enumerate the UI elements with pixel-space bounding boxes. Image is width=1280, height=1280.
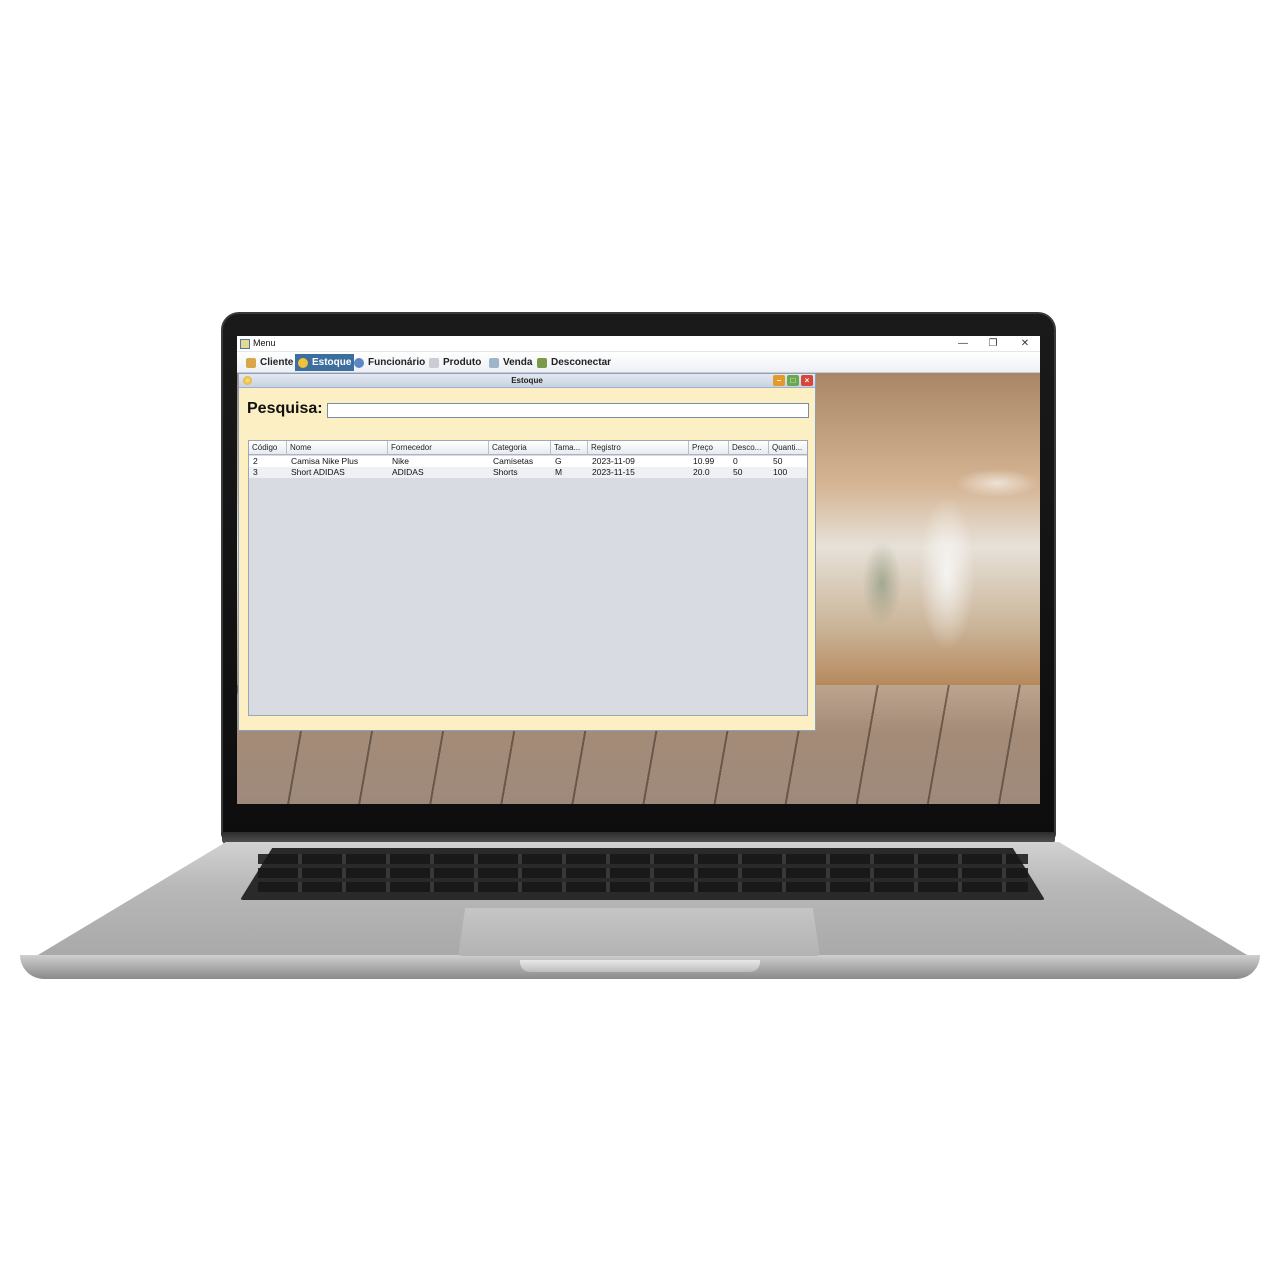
stock-table: Código Nome Fornecedor Categoria Tama...… [248, 440, 808, 716]
table-cell: Camisa Nike Plus [291, 456, 359, 466]
restore-button[interactable]: ❐ [979, 336, 1007, 352]
employee-icon [354, 357, 364, 368]
table-cell: Shorts [493, 467, 518, 477]
estoque-frame-titlebar[interactable]: Estoque – □ × [239, 374, 815, 388]
menu-item-label: Produto [443, 357, 482, 368]
laptop-screen: Menu — ❐ ✕ Cliente Estoque Funcionário P… [237, 336, 1040, 804]
table-cell: G [555, 456, 562, 466]
search-label: Pesquisa: [247, 400, 323, 417]
table-cell: 50 [773, 456, 783, 466]
estoque-internal-frame: Estoque – □ × Pesquisa: Código Nome Forn… [238, 373, 816, 731]
stock-icon [298, 357, 308, 368]
table-cell: 2023-11-15 [592, 467, 635, 477]
table-cell: ADIDAS [392, 467, 424, 477]
laptop-notch [520, 960, 760, 972]
table-cell: 2023-11-09 [592, 456, 635, 466]
keyboard-row [258, 854, 1028, 864]
menu-item-label: Funcionário [368, 357, 426, 368]
menu-item-desconectar[interactable]: Desconectar [534, 354, 614, 371]
table-cell: Short ADIDAS [291, 467, 345, 477]
menu-item-venda[interactable]: Venda [486, 354, 535, 371]
column-header-nome[interactable]: Nome [287, 441, 388, 455]
table-cell: 100 [773, 467, 788, 477]
column-header-tamanho[interactable]: Tama... [551, 441, 588, 455]
estoque-frame-title: Estoque [511, 376, 543, 385]
table-cell: 10.99 [693, 456, 715, 466]
sale-icon [489, 357, 499, 368]
table-cell: 20.0 [693, 467, 710, 477]
window-titlebar: Menu — ❐ ✕ [237, 336, 1040, 352]
column-header-fornecedor[interactable]: Fornecedor [388, 441, 489, 455]
table-cell: 50 [733, 467, 743, 477]
frame-minimize-button[interactable]: – [773, 375, 785, 386]
column-header-quantidade[interactable]: Quanti... [769, 441, 807, 455]
menu-item-label: Estoque [312, 357, 352, 368]
table-row[interactable]: 3 Short ADIDAS ADIDAS Shorts M 2023-11-1… [249, 467, 807, 478]
table-cell: Camisetas [493, 456, 534, 466]
menu-item-estoque[interactable]: Estoque [295, 354, 355, 371]
menu-item-label: Desconectar [551, 357, 612, 368]
java-app-icon [240, 339, 250, 349]
table-cell: 2 [253, 456, 258, 466]
menu-item-label: Cliente [260, 357, 294, 368]
column-header-desconto[interactable]: Desco... [729, 441, 769, 455]
search-input[interactable] [327, 403, 809, 418]
frame-maximize-button[interactable]: □ [787, 375, 799, 386]
keyboard-row [258, 882, 1028, 892]
column-header-categoria[interactable]: Categoria [489, 441, 551, 455]
menu-item-produto[interactable]: Produto [426, 354, 484, 371]
menu-item-cliente[interactable]: Cliente [243, 354, 296, 371]
column-header-codigo[interactable]: Código [249, 441, 287, 455]
table-cell: M [555, 467, 563, 477]
column-header-registro[interactable]: Registro [588, 441, 689, 455]
minimize-button[interactable]: — [949, 336, 977, 352]
close-button[interactable]: ✕ [1011, 336, 1039, 352]
menu-item-label: Venda [503, 357, 533, 368]
frame-close-button[interactable]: × [801, 375, 813, 386]
menubar: Cliente Estoque Funcionário Produto Vend… [237, 352, 1040, 373]
table-cell: Nike [392, 456, 410, 466]
keyboard-row [258, 868, 1028, 878]
product-icon [429, 357, 439, 368]
menu-item-funcionario[interactable]: Funcionário [351, 354, 428, 371]
window-title: Menu [253, 338, 276, 348]
table-row[interactable]: 2 Camisa Nike Plus Nike Camisetas G 2023… [249, 456, 807, 467]
table-cell: 0 [733, 456, 738, 466]
table-cell: 3 [253, 467, 258, 477]
disconnect-icon [537, 357, 547, 368]
trackpad [458, 908, 820, 956]
column-header-preco[interactable]: Preço [689, 441, 729, 455]
laptop-scene: Menu — ❐ ✕ Cliente Estoque Funcionário P… [0, 0, 1280, 1280]
client-icon [246, 357, 256, 368]
table-header: Código Nome Fornecedor Categoria Tama...… [249, 441, 807, 455]
